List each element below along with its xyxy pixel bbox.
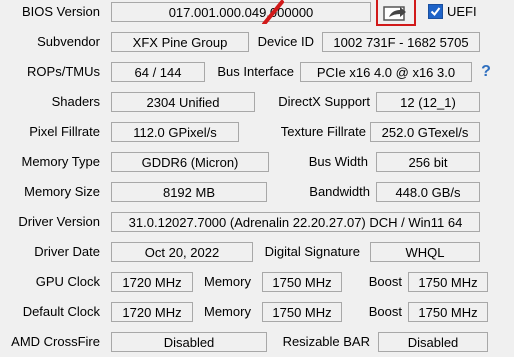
directx-support-label: DirectX Support [278,94,370,109]
help-question-icon[interactable]: ? [478,62,494,82]
pixel-fillrate-field: 112.0 GPixel/s [111,122,239,142]
driver-version-field: 31.0.12027.7000 (Adrenalin 22.20.27.07) … [111,212,480,232]
gpu-memory-clock-label: Memory [204,274,251,289]
gpu-clock-field: 1720 MHz [111,272,193,292]
rops-tmus-field: 64 / 144 [111,62,205,82]
shaders-field: 2304 Unified [111,92,255,112]
digital-signature-label: Digital Signature [264,244,360,259]
default-memory-clock-field: 1750 MHz [262,302,342,322]
memory-size-label: Memory Size [24,184,100,199]
memory-type-label: Memory Type [21,154,100,169]
bios-version-field: 017.001.000.049.000000 [111,2,371,22]
resizable-bar-field: Disabled [378,332,488,352]
amd-crossfire-label: AMD CrossFire [11,334,100,349]
rops-tmus-label: ROPs/TMUs [27,64,100,79]
gpu-boost-label: Boost [368,274,402,289]
bios-version-label: BIOS Version [21,4,100,19]
memory-type-field: GDDR6 (Micron) [111,152,269,172]
annotation-arrow [262,0,284,24]
pixel-fillrate-label: Pixel Fillrate [29,124,100,139]
texture-fillrate-field: 252.0 GTexel/s [370,122,480,142]
memory-size-field: 8192 MB [111,182,267,202]
driver-date-label: Driver Date [34,244,100,259]
default-clock-label: Default Clock [22,304,100,319]
digital-signature-field: WHQL [370,242,480,262]
bandwidth-field: 448.0 GB/s [376,182,480,202]
device-id-field: 1002 731F - 1682 5705 [322,32,480,52]
gpu-clock-label: GPU Clock [35,274,100,289]
gpu-memory-clock-field: 1750 MHz [262,272,342,292]
amd-crossfire-field: Disabled [111,332,267,352]
subvendor-field: XFX Pine Group [111,32,249,52]
default-clock-field: 1720 MHz [111,302,193,322]
bus-interface-field: PCIe x16 4.0 @ x16 3.0 [300,62,472,82]
bus-width-field: 256 bit [376,152,480,172]
bus-width-label: Bus Width [308,154,368,169]
device-id-label: Device ID [257,34,314,49]
bus-interface-label: Bus Interface [217,64,294,79]
default-boost-field: 1750 MHz [408,302,488,322]
gpu-boost-field: 1750 MHz [408,272,488,292]
default-memory-clock-label: Memory [204,304,251,319]
bandwidth-label: Bandwidth [309,184,370,199]
resizable-bar-label: Resizable BAR [282,334,370,349]
uefi-label: UEFI [447,4,477,19]
directx-support-field: 12 (12_1) [376,92,480,112]
shaders-label: Shaders [51,94,100,109]
driver-version-label: Driver Version [18,214,100,229]
share-export-icon[interactable] [383,4,409,22]
driver-date-field: Oct 20, 2022 [111,242,253,262]
subvendor-label: Subvendor [37,34,100,49]
texture-fillrate-label: Texture Fillrate [280,124,366,139]
uefi-checkbox[interactable] [428,4,443,19]
share-highlight-box [376,0,416,26]
default-boost-label: Boost [368,304,402,319]
